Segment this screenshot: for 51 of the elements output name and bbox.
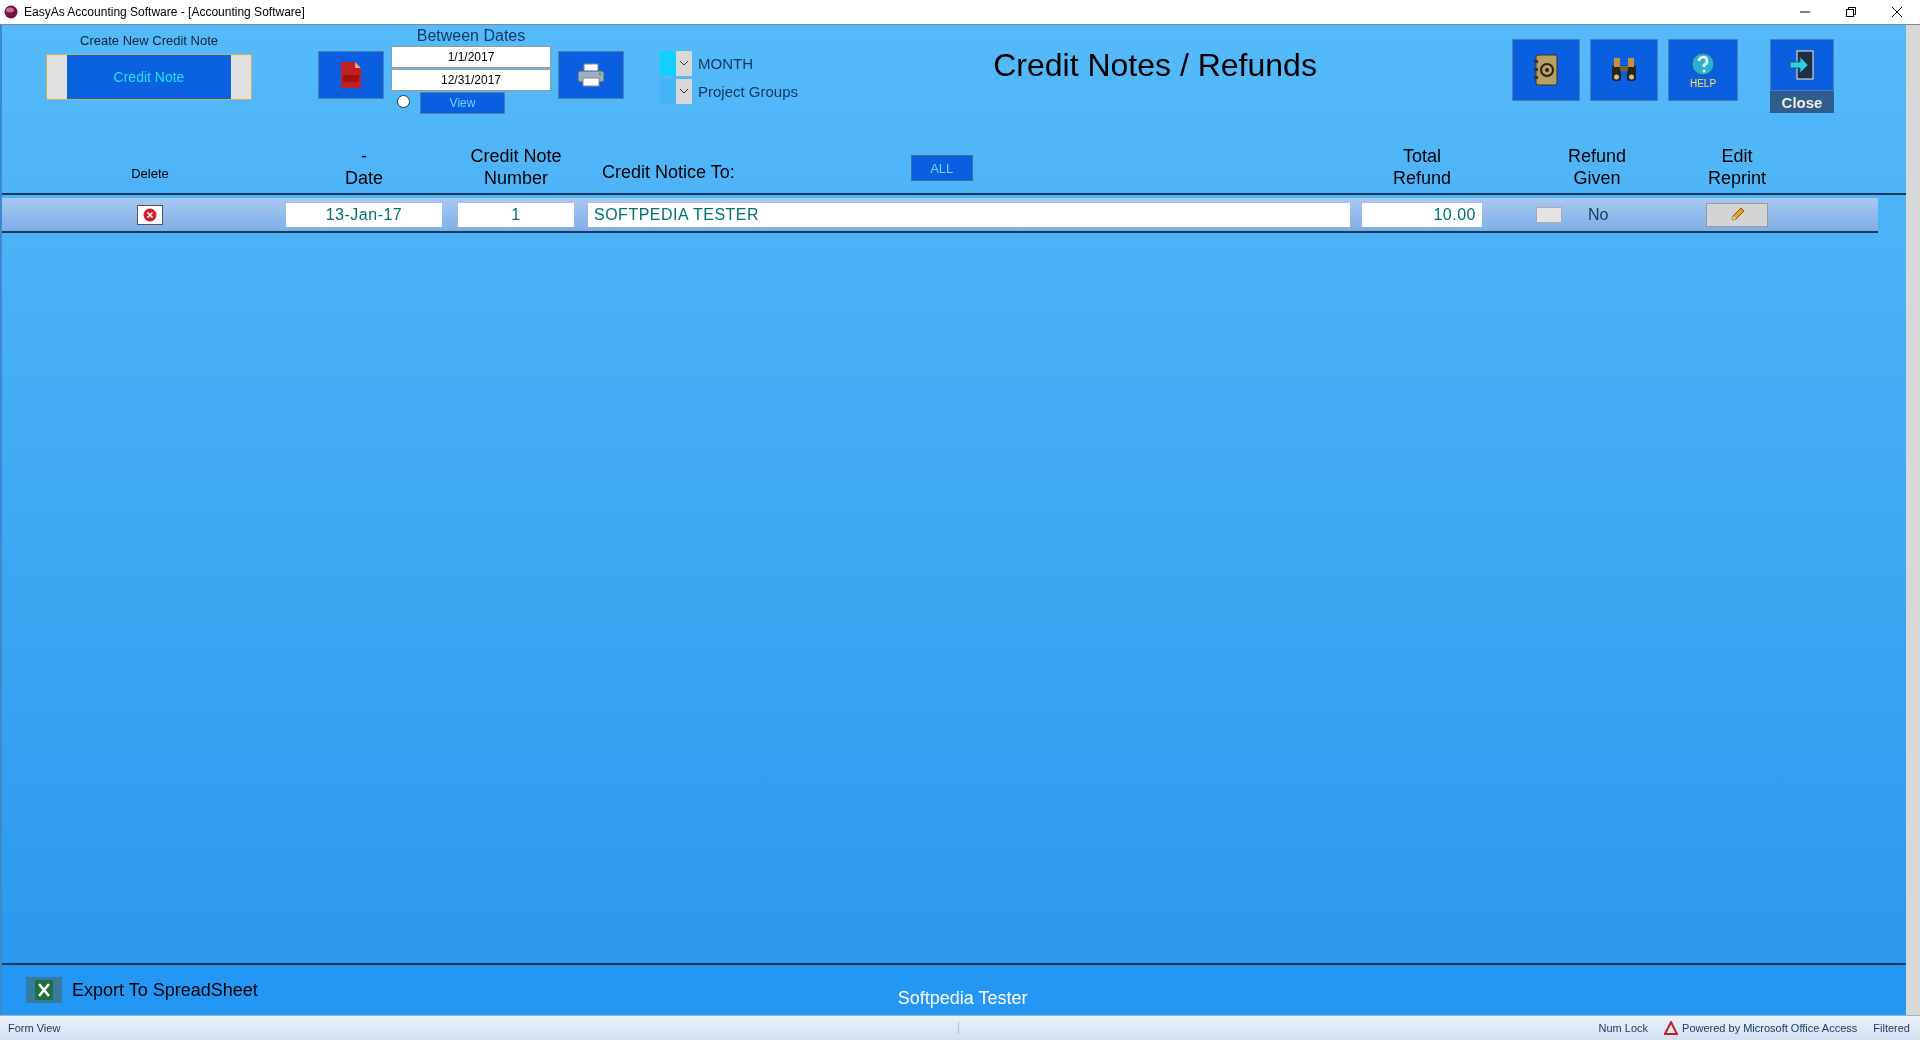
restore-icon: [1846, 7, 1856, 17]
help-button[interactable]: HELP: [1668, 39, 1738, 101]
all-button[interactable]: ALL: [910, 155, 973, 181]
close-icon: [1892, 7, 1902, 17]
page-title: Credit Notes / Refunds: [992, 47, 1318, 84]
refund-checkbox[interactable]: [1536, 206, 1562, 223]
radio-button[interactable]: [397, 95, 410, 108]
refund-given-text: No: [1588, 205, 1609, 224]
exit-door-icon: [1789, 50, 1815, 80]
user-name: Softpedia Tester: [897, 987, 1028, 1009]
chevron-down-icon: [680, 61, 688, 66]
column-header: Delete: [130, 165, 170, 183]
close-label-button[interactable]: Close: [1770, 91, 1834, 113]
between-dates-label: Between Dates: [416, 27, 526, 45]
column-header: Credit Note Number: [469, 145, 563, 189]
date-cell: 13-Jan-17: [286, 202, 442, 227]
customer-cell: SOFTPEDIA TESTER: [588, 202, 1350, 227]
search-button[interactable]: [1590, 39, 1658, 101]
filter-label: Project Groups: [698, 83, 799, 100]
printer-icon: [577, 63, 605, 87]
app-logo-icon: [4, 5, 18, 19]
pencil-icon: [1729, 206, 1745, 223]
view-button[interactable]: View: [420, 92, 505, 114]
spreadsheet-icon: [26, 977, 62, 1003]
total-cell: 10.00: [1362, 202, 1482, 227]
print-button[interactable]: [558, 51, 624, 99]
delete-button[interactable]: [137, 204, 163, 225]
column-header: Total Refund: [1391, 145, 1452, 189]
end-date-field[interactable]: 12/31/2017: [391, 69, 551, 91]
filter-label: MONTH: [698, 55, 753, 72]
number-cell: 1: [458, 202, 574, 227]
contacts-button[interactable]: [1512, 39, 1580, 101]
column-header: Edit Reprint: [1707, 145, 1767, 189]
status-text: Powered by Microsoft Office Access: [1664, 1021, 1858, 1035]
column-header: Refund Given: [1566, 145, 1627, 189]
status-text: Num Lock: [1598, 1022, 1649, 1034]
help-icon: [1691, 51, 1715, 76]
column-header: Credit Notice To:: [602, 161, 735, 183]
address-book-icon: [1533, 54, 1559, 86]
credit-note-button[interactable]: Credit Note: [46, 54, 252, 100]
exit-button[interactable]: [1770, 39, 1834, 91]
status-text: Filtered: [1873, 1022, 1910, 1034]
chevron-down-icon: [680, 89, 688, 94]
status-text: Form View: [0, 1022, 959, 1034]
binoculars-icon: [1610, 57, 1638, 83]
delete-icon: [143, 207, 157, 222]
column-header: - Date: [344, 145, 384, 189]
window-title: EasyAs Accounting Software - [Accounting Software]: [24, 5, 306, 19]
export-button[interactable]: Export To SpreadSheet: [26, 977, 258, 1003]
create-label: Create New Credit Note: [80, 33, 218, 48]
start-date-field[interactable]: 1/1/2017: [391, 46, 551, 68]
